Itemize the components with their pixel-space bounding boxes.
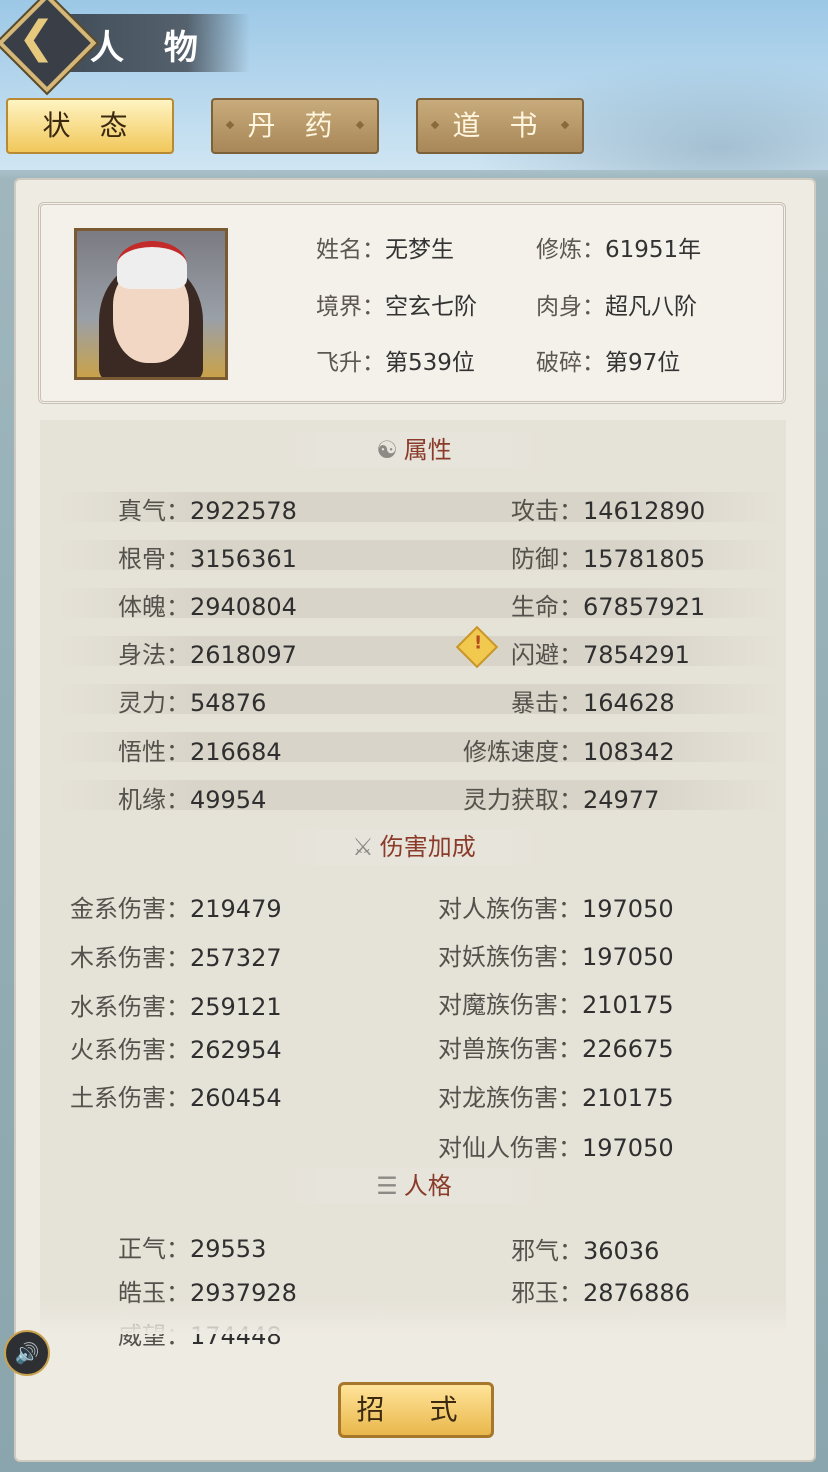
- stat-metal-damage: 金系伤害：219479: [70, 895, 282, 923]
- avatar: [74, 228, 228, 380]
- stat-spirit-gain: 灵力获取：24977: [463, 786, 660, 814]
- stat-vs-immortal: 对仙人伤害：197050: [438, 1134, 674, 1162]
- tab-ornament: [560, 120, 570, 130]
- stat-vs-demon: 对魔族伤害：210175: [438, 991, 674, 1019]
- section-damage: ⚔ 伤害加成: [282, 829, 546, 865]
- crossed-swords-icon: ⚔: [352, 833, 374, 861]
- chevron-left-icon[interactable]: ❮: [18, 16, 55, 60]
- stat-spirit: 灵力：54876: [118, 689, 267, 717]
- speaker-icon[interactable]: 🔊: [4, 1330, 50, 1376]
- stat-true-qi: 真气：2922578: [118, 497, 297, 525]
- stat-life: 生命：67857921: [511, 593, 706, 621]
- stat-fire-damage: 火系伤害：262954: [70, 1036, 282, 1064]
- tab-label: 状 态: [42, 109, 138, 142]
- tab-books[interactable]: 道 书: [416, 98, 584, 154]
- stat-fortune: 机缘：49954: [118, 786, 267, 814]
- stat-water-damage: 水系伤害：259121: [70, 993, 282, 1021]
- tab-label: 道 书: [452, 109, 548, 142]
- stat-practice-speed: 修炼速度：108342: [463, 738, 675, 766]
- page-title: 人 物: [90, 28, 212, 68]
- stat-vs-dragon: 对龙族伤害：210175: [438, 1084, 674, 1112]
- stat-evil: 邪气：36036: [511, 1237, 660, 1265]
- stat-crit: 暴击：164628: [511, 689, 675, 717]
- yin-yang-icon: ☯: [376, 436, 398, 464]
- stat-comprehension: 悟性：216684: [118, 738, 282, 766]
- section-personality: ☰ 人格: [282, 1168, 546, 1204]
- tab-status[interactable]: 状 态: [6, 98, 174, 154]
- profile-realm: 境界：空玄七阶: [316, 294, 477, 320]
- tab-ornament: [225, 120, 235, 130]
- stat-earth-damage: 土系伤害：260454: [70, 1084, 282, 1112]
- profile-practice: 修炼：61951年: [536, 237, 702, 263]
- stat-agility: 身法：2618097: [118, 641, 297, 669]
- stat-defense: 防御：15781805: [511, 545, 706, 573]
- skills-button[interactable]: 招 式: [338, 1382, 494, 1438]
- profile-body: 肉身：超凡八阶: [536, 294, 697, 320]
- tab-ornament: [355, 120, 365, 130]
- stat-attack: 攻击：14612890: [511, 497, 706, 525]
- tab-ornament: [430, 120, 440, 130]
- profile-shatter-rank: 破碎：第97位: [536, 350, 681, 376]
- profile-name: 姓名：无梦生: [316, 237, 454, 263]
- stat-dodge: 闪避：7854291: [511, 641, 690, 669]
- stat-bone: 根骨：3156361: [118, 545, 297, 573]
- section-attributes: ☯ 属性: [282, 432, 546, 468]
- tab-pills[interactable]: 丹 药: [211, 98, 379, 154]
- stat-wood-damage: 木系伤害：257327: [70, 944, 282, 972]
- scroll-icon: ☰: [376, 1172, 398, 1200]
- scroll-fade: [40, 1300, 786, 1334]
- stat-vs-beast: 对兽族伤害：226675: [438, 1035, 674, 1063]
- stat-physique: 体魄：2940804: [118, 593, 297, 621]
- stat-vs-human: 对人族伤害：197050: [438, 895, 674, 923]
- avatar-mask: [117, 241, 187, 289]
- stat-righteous: 正气：29553: [118, 1235, 267, 1263]
- stat-vs-demon-beast: 对妖族伤害：197050: [438, 943, 674, 971]
- profile-ascend-rank: 飞升：第539位: [316, 350, 475, 376]
- tab-label: 丹 药: [247, 109, 343, 142]
